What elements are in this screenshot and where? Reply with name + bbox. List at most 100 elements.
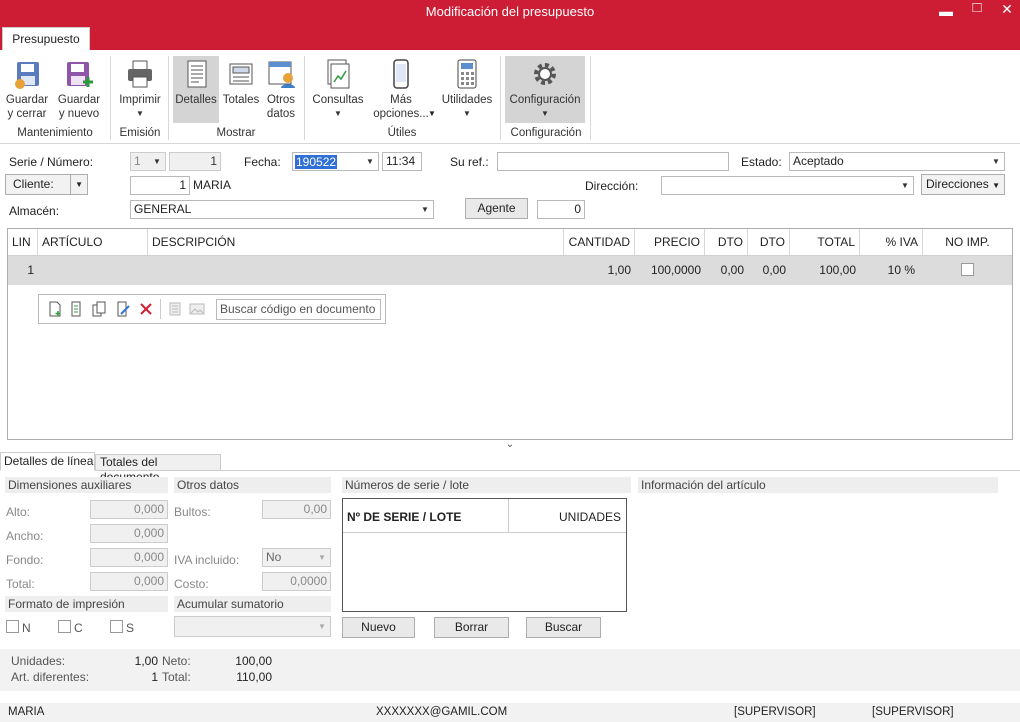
- borrar-button[interactable]: Borrar: [434, 617, 509, 638]
- guardar-nuevo-label: Guardar y nuevo: [57, 94, 101, 120]
- cell-cantidad: 1,00: [607, 263, 631, 277]
- direcciones-button[interactable]: Direcciones ▼: [921, 174, 1005, 195]
- chevron-down-icon: ▼: [318, 553, 326, 562]
- utilidades-label: Utilidades: [441, 94, 493, 106]
- utilidades-button[interactable]: Utilidades ▼: [440, 58, 494, 121]
- iva-incluido-value: No: [266, 550, 282, 564]
- column-header-descripcion[interactable]: DESCRIPCIÓN: [148, 229, 564, 256]
- mas-opciones-label: Más opciones...: [373, 94, 429, 120]
- fecha-field[interactable]: 190522 ▼: [292, 152, 379, 171]
- direcciones-label: Direcciones: [926, 177, 989, 191]
- chevron-down-icon: ▼: [541, 109, 549, 118]
- tab-detalles-linea[interactable]: Detalles de línea: [0, 452, 95, 471]
- formato-c-checkbox[interactable]: [58, 620, 71, 633]
- total-value: 110,00: [236, 670, 272, 684]
- status-user: MARIA: [8, 706, 45, 718]
- estado-combo[interactable]: Aceptado ▼: [789, 152, 1005, 171]
- other-data-icon: [265, 58, 297, 90]
- chevron-down-icon: ▼: [901, 181, 909, 190]
- group-label-emision: Emisión: [119, 127, 161, 139]
- status-bar: MARIA XXXXXXX@GAMIL.COM [SUPERVISOR] [SU…: [0, 703, 1020, 722]
- hora-field[interactable]: 11:34: [382, 152, 422, 171]
- lines-grid[interactable]: LIN ARTÍCULO DESCRIPCIÓN CANTIDAD PRECIO…: [7, 228, 1013, 440]
- column-header-cantidad[interactable]: CANTIDAD: [564, 229, 635, 256]
- copy-line-icon[interactable]: [91, 301, 107, 317]
- column-header-articulo[interactable]: ARTÍCULO: [38, 229, 148, 256]
- maximize-button[interactable]: □: [965, 0, 989, 16]
- numero-field[interactable]: 1: [169, 152, 221, 171]
- chevron-down-icon: ▼: [421, 205, 429, 214]
- formato-s-checkbox[interactable]: [110, 620, 123, 633]
- guardar-cerrar-button[interactable]: Guardar y cerrar: [4, 58, 50, 121]
- noimp-checkbox[interactable]: [961, 263, 974, 276]
- agente-field[interactable]: 0: [537, 200, 585, 219]
- line-toolbar: Buscar código en documento: [38, 294, 386, 324]
- delete-icon[interactable]: [138, 301, 154, 317]
- unidades-value: 1,00: [134, 654, 158, 668]
- cell-iva: 10 %: [887, 263, 915, 277]
- acumular-section-title: Acumular sumatorio: [174, 596, 331, 612]
- nuevo-button[interactable]: Nuevo: [342, 617, 415, 638]
- formato-n-checkbox[interactable]: [6, 620, 19, 633]
- column-header-total[interactable]: TOTAL: [790, 229, 860, 256]
- ribbon-tab-presupuesto[interactable]: Presupuesto: [2, 27, 90, 50]
- column-header-iva[interactable]: % IVA: [860, 229, 923, 256]
- new-line-icon[interactable]: [47, 301, 63, 317]
- chevron-down-icon: ▼: [318, 622, 326, 631]
- column-header-lin[interactable]: LIN: [8, 229, 38, 256]
- status-role-2: [SUPERVISOR]: [872, 706, 954, 718]
- column-header-precio[interactable]: PRECIO: [635, 229, 705, 256]
- otros-datos-button[interactable]: Otros datos: [263, 58, 299, 121]
- column-header-noimp[interactable]: NO IMP.: [923, 229, 1012, 256]
- bultos-field[interactable]: 0,00: [262, 500, 331, 519]
- totals-icon: [225, 58, 257, 90]
- fondo-field[interactable]: 0,000: [90, 548, 168, 567]
- edit-line-icon[interactable]: [115, 301, 131, 317]
- buscar-button[interactable]: Buscar: [526, 617, 601, 638]
- splitter-chevron-icon[interactable]: ⌄: [0, 440, 1020, 450]
- cliente-code-field[interactable]: 1: [130, 176, 190, 195]
- formato-n-label: N: [22, 621, 31, 635]
- mas-opciones-button[interactable]: Más opciones...: [366, 58, 436, 121]
- serie-combo[interactable]: 1 ▼: [130, 152, 166, 171]
- estado-value: Aceptado: [793, 154, 844, 168]
- configuracion-button[interactable]: Configuración ▼: [505, 56, 585, 123]
- imprimir-button[interactable]: Imprimir ▼: [116, 58, 164, 121]
- insert-line-icon[interactable]: [68, 301, 84, 317]
- serie-label: Serie / Número:: [9, 155, 94, 169]
- cliente-combo-button[interactable]: Cliente: ▼: [5, 174, 88, 195]
- ancho-field[interactable]: 0,000: [90, 524, 168, 543]
- column-header-dto3[interactable]: DTO 3: [748, 229, 790, 276]
- chevron-down-icon: ▼: [992, 181, 1000, 190]
- consultas-button[interactable]: Consultas ▼: [310, 58, 366, 121]
- calculator-icon: [451, 58, 483, 90]
- search-document-input[interactable]: Buscar código en documento: [216, 299, 381, 320]
- column-header-dto1[interactable]: DTO 1: [705, 229, 748, 276]
- costo-field[interactable]: 0,0000: [262, 572, 331, 591]
- serie-lote-column-header[interactable]: Nº DE SERIE / LOTE: [343, 499, 509, 533]
- acumular-combo[interactable]: ▼: [174, 616, 331, 637]
- totales-button[interactable]: Totales: [221, 58, 261, 107]
- table-row[interactable]: 1 1,00 100,0000 0,00 0,00 100,00 10 %: [8, 256, 1012, 285]
- serie-lote-table[interactable]: Nº DE SERIE / LOTE UNIDADES: [342, 498, 627, 612]
- total-dim-field[interactable]: 0,000: [90, 572, 168, 591]
- direccion-label: Dirección:: [585, 179, 639, 193]
- otros-section-title: Otros datos: [174, 477, 331, 493]
- iva-incluido-combo[interactable]: No ▼: [262, 548, 331, 567]
- totales-label: Totales: [222, 94, 260, 106]
- detalles-button[interactable]: Detalles: [173, 56, 219, 123]
- alto-field[interactable]: 0,000: [90, 500, 168, 519]
- window-title: Modificación del presupuesto: [425, 4, 595, 19]
- direccion-combo[interactable]: ▼: [661, 176, 914, 195]
- almacen-combo[interactable]: GENERAL ▼: [130, 200, 434, 219]
- neto-label: Neto:: [162, 654, 191, 668]
- suref-field[interactable]: [497, 152, 729, 171]
- guardar-nuevo-button[interactable]: Guardar y nuevo: [56, 58, 102, 121]
- minimize-button[interactable]: ▬: [934, 3, 958, 19]
- formato-s-label: S: [126, 621, 135, 635]
- unidades-column-header[interactable]: UNIDADES: [509, 499, 626, 533]
- consultas-label: Consultas: [312, 94, 364, 106]
- close-button[interactable]: ✕: [995, 1, 1019, 17]
- tab-totales-documento[interactable]: Totales del documento: [95, 454, 221, 484]
- agente-button[interactable]: Agente: [465, 198, 528, 219]
